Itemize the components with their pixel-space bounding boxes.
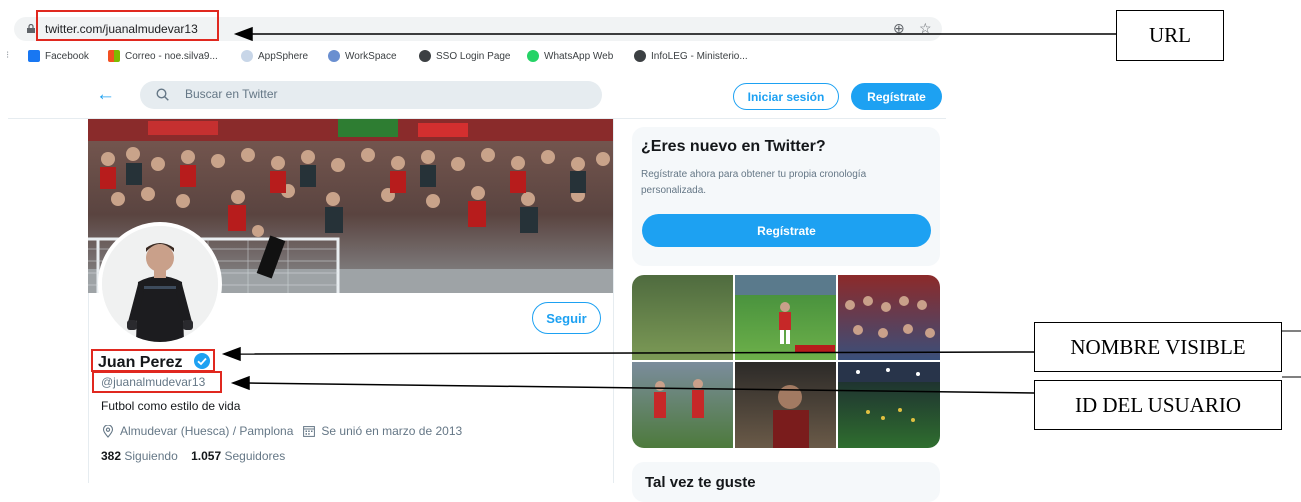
- annotation-url: URL: [1116, 10, 1224, 61]
- annotation-name: NOMBRE VISIBLE: [1034, 322, 1282, 372]
- annotation-user-id: ID DEL USUARIO: [1034, 380, 1282, 430]
